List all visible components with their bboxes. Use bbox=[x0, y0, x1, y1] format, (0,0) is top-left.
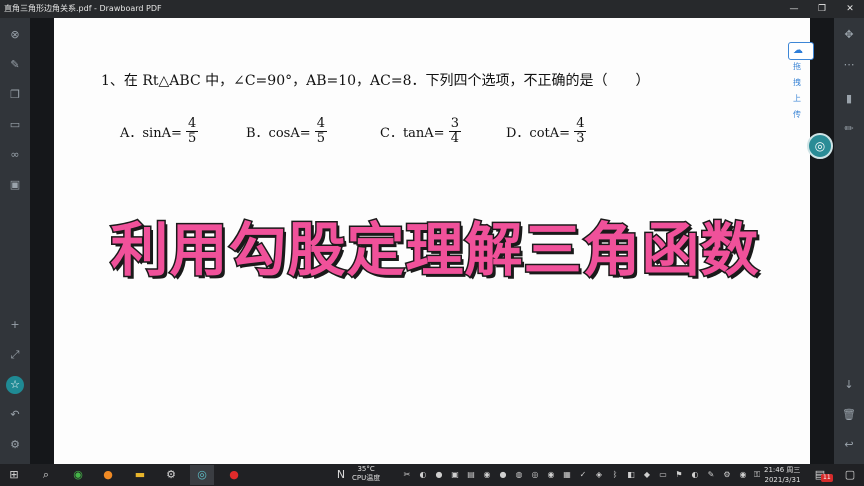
tray-icon[interactable]: ◈ bbox=[594, 469, 604, 481]
canvas-margin-left bbox=[30, 18, 54, 464]
firefox-icon[interactable]: ● bbox=[100, 467, 116, 483]
expand-icon[interactable]: ⤢ bbox=[6, 346, 24, 364]
settings-app-icon[interactable]: ⚙ bbox=[163, 467, 179, 483]
close-circle-icon[interactable]: ⊗ bbox=[6, 26, 24, 44]
option-d-fraction: 4 3 bbox=[574, 116, 587, 146]
tray-icon[interactable]: ◉ bbox=[738, 469, 748, 481]
question-text: 1、在 Rt△ABC 中，∠C=90°，AB=10，AC=8．下列四个选项，不正… bbox=[101, 73, 650, 89]
temperature-label: CPU温度 bbox=[352, 474, 381, 482]
option-d-label: D．cotA= bbox=[506, 126, 571, 141]
option-a: A．sinA= 4 5 bbox=[120, 116, 199, 146]
canvas-margin-right bbox=[810, 18, 834, 464]
show-desktop-icon[interactable]: ▢ bbox=[842, 467, 858, 483]
copy-icon[interactable]: ❐ bbox=[6, 86, 24, 104]
tray-icon[interactable]: ◉ bbox=[546, 469, 556, 481]
tray-icon[interactable]: ⚙ bbox=[722, 469, 732, 481]
option-a-denominator: 5 bbox=[188, 131, 197, 146]
pen-icon[interactable]: ✎ bbox=[6, 56, 24, 74]
option-a-fraction: 4 5 bbox=[186, 116, 199, 146]
title-bar: 直角三角形边角关系.pdf - Drawboard PDF — ❐ ✕ bbox=[0, 0, 864, 18]
tray-icon[interactable]: ⚑ bbox=[674, 469, 684, 481]
tray-icon[interactable]: ● bbox=[434, 469, 444, 481]
tray-icon[interactable]: ✎ bbox=[706, 469, 716, 481]
notion-icon[interactable]: N bbox=[333, 467, 349, 483]
option-d-denominator: 3 bbox=[576, 131, 585, 146]
option-b-numerator: 4 bbox=[314, 116, 328, 132]
option-d-numerator: 4 bbox=[574, 116, 587, 132]
option-c-denominator: 4 bbox=[450, 131, 459, 146]
cloud-upload-icon: ☁ bbox=[793, 45, 803, 56]
window-title: 直角三角形边角关系.pdf - Drawboard PDF bbox=[4, 4, 162, 13]
option-b-fraction: 4 5 bbox=[314, 116, 328, 146]
option-b-denominator: 5 bbox=[316, 131, 326, 146]
settings-icon[interactable]: ⚙ bbox=[6, 436, 24, 454]
tray-icon[interactable]: ▣ bbox=[450, 469, 460, 481]
option-d: D．cotA= 4 3 bbox=[506, 116, 587, 146]
more-icon[interactable]: ⋯ bbox=[840, 56, 858, 74]
search-icon[interactable]: ⌕ bbox=[38, 467, 54, 483]
close-button[interactable]: ✕ bbox=[836, 0, 864, 18]
tray-icon[interactable]: ◆ bbox=[642, 469, 652, 481]
option-a-numerator: 4 bbox=[186, 116, 199, 132]
move-icon[interactable]: ✥ bbox=[840, 26, 858, 44]
option-c-label: C．tanA= bbox=[380, 126, 445, 141]
title-banner: 利用勾股定理解三角函数 bbox=[109, 215, 760, 286]
minimize-button[interactable]: — bbox=[780, 0, 808, 18]
drawboard-app-icon[interactable]: ◎ bbox=[194, 467, 210, 483]
drag-upload-button[interactable]: ☁ 拖拽上传 bbox=[788, 42, 814, 119]
clock-date: 2021/3/31 bbox=[764, 476, 801, 484]
back-icon[interactable]: ↩ bbox=[840, 436, 858, 454]
trash-icon[interactable]: 🗑 bbox=[840, 406, 858, 424]
record-icon[interactable]: ● bbox=[226, 467, 242, 483]
option-b: B．cosA= 4 5 bbox=[246, 116, 328, 146]
binoculars-icon[interactable]: ∞ bbox=[6, 146, 24, 164]
tray-icon[interactable]: ◐ bbox=[418, 469, 428, 481]
tray-icon[interactable]: ▭ bbox=[658, 469, 668, 481]
tray-icon[interactable]: ✓ bbox=[578, 469, 588, 481]
clock-time: 21:46 周三 bbox=[764, 466, 801, 474]
arrow-down-icon[interactable]: ↓ bbox=[840, 376, 858, 394]
tray-icon[interactable]: ◧ bbox=[626, 469, 636, 481]
cpu-temperature: 35°C CPU温度 bbox=[352, 465, 380, 483]
tray-icon[interactable]: ◍ bbox=[514, 469, 524, 481]
left-toolbar: ⊗ ✎ ❐ ▭ ∞ ▣ + ⤢ ☆ ↶ ⚙ bbox=[0, 18, 30, 464]
option-a-label: A．sinA= bbox=[120, 126, 182, 141]
temperature-value: 35°C bbox=[357, 465, 375, 473]
tray-icon[interactable]: ◐ bbox=[690, 469, 700, 481]
tray-icon[interactable]: ● bbox=[498, 469, 508, 481]
windows-start-icon[interactable]: ⊞ bbox=[6, 467, 22, 483]
undo-icon[interactable]: ↶ bbox=[6, 406, 24, 424]
notification-badge: 11 bbox=[821, 474, 833, 482]
drag-upload-label: 拖拽上传 bbox=[793, 62, 801, 119]
tray-icon[interactable]: ◎ bbox=[530, 469, 540, 481]
tray-icon[interactable]: ▤ bbox=[466, 469, 476, 481]
pdf-page[interactable]: 1、在 Rt△ABC 中，∠C=90°，AB=10，AC=8．下列四个选项，不正… bbox=[54, 18, 833, 464]
add-layer-icon[interactable]: + bbox=[6, 316, 24, 334]
maximize-button[interactable]: ❐ bbox=[808, 0, 836, 18]
option-b-label: B．cosA= bbox=[246, 126, 311, 141]
pencil-icon[interactable]: ✏ bbox=[840, 120, 858, 138]
browser-icon[interactable]: ◉ bbox=[70, 467, 86, 483]
taskbar: ⊞ ⌕ ◉ ● ▬ ⚙ ◎ ● N 35°C CPU温度 ✂ ◐ ● ▣ ▤ ◉… bbox=[0, 464, 864, 486]
tray-icon[interactable]: ⚿ bbox=[752, 469, 762, 481]
star-icon[interactable]: ☆ bbox=[6, 376, 24, 394]
highlighter-icon[interactable]: ▮ bbox=[840, 90, 858, 108]
option-c-numerator: 3 bbox=[448, 116, 461, 132]
folder-icon[interactable]: ▬ bbox=[132, 467, 148, 483]
save-icon[interactable]: ▣ bbox=[6, 176, 24, 194]
option-c: C．tanA= 3 4 bbox=[380, 117, 461, 146]
option-c-fraction: 3 4 bbox=[448, 116, 461, 146]
tray-icon[interactable]: ◉ bbox=[482, 469, 492, 481]
right-toolbar: ✥ ⋯ ▮ ✏ ↓ 🗑 ↩ bbox=[834, 18, 864, 464]
tray-icon[interactable]: ✂ bbox=[402, 469, 412, 481]
system-clock[interactable]: 21:46 周三 2021/3/31 bbox=[764, 465, 800, 485]
tray-icon[interactable]: ▦ bbox=[562, 469, 572, 481]
keyboard-icon[interactable]: ▭ bbox=[6, 116, 24, 134]
floating-menu-icon[interactable]: ◎ bbox=[807, 133, 833, 159]
bluetooth-icon[interactable]: ᛒ bbox=[610, 469, 620, 481]
